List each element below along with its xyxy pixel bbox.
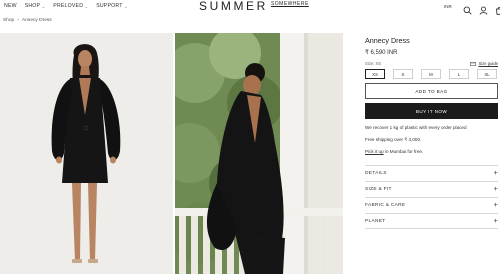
breadcrumb: Shop › Annecy Dress bbox=[3, 18, 52, 23]
accordion-label: SIZE & FIT bbox=[365, 187, 392, 192]
product-image-front[interactable] bbox=[0, 33, 173, 274]
main-nav: NEW SHOP ⌄ PRELOVED ⌄ SUPPORT ⌄ bbox=[4, 3, 128, 9]
size-row: Size: XS Size guide bbox=[365, 61, 498, 68]
chevron-down-icon: ⌄ bbox=[124, 3, 128, 9]
selected-size-label: Size: XS bbox=[365, 61, 382, 66]
currency-selector[interactable]: INR bbox=[444, 4, 452, 9]
buy-now-button[interactable]: BUY IT NOW bbox=[365, 103, 498, 119]
product-panel: Annecy Dress ₹ 6,590 INR Size: XS Size g… bbox=[365, 36, 498, 229]
user-icon[interactable] bbox=[479, 2, 488, 15]
size-option-m[interactable]: M bbox=[421, 69, 441, 79]
cart-icon[interactable]: 0 bbox=[495, 2, 500, 15]
chevron-down-icon: ⌄ bbox=[84, 3, 89, 9]
accordion-planet[interactable]: PLANET + bbox=[365, 213, 498, 229]
search-icon[interactable] bbox=[463, 2, 472, 15]
accordion-fabric-care[interactable]: FABRIC & CARE + bbox=[365, 197, 498, 213]
size-option-s[interactable]: S bbox=[393, 69, 413, 79]
ruler-icon bbox=[470, 61, 477, 66]
accordion-details[interactable]: DETAILS + bbox=[365, 165, 498, 181]
brand-name: SUMMER bbox=[199, 0, 268, 13]
product-price: ₹ 6,590 INR bbox=[365, 50, 398, 56]
breadcrumb-separator: › bbox=[17, 18, 19, 23]
breadcrumb-shop[interactable]: Shop bbox=[3, 18, 14, 23]
add-to-bag-button[interactable]: ADD TO BAG bbox=[365, 83, 498, 99]
shipping-note: Free shipping over ₹ 4,000. bbox=[365, 137, 422, 142]
accordion-label: DETAILS bbox=[365, 171, 387, 176]
plus-icon: + bbox=[493, 186, 498, 193]
brand-logo[interactable]: SUMMER SOMEWHERE bbox=[199, 0, 309, 12]
plus-icon: + bbox=[493, 217, 498, 225]
nav-new[interactable]: NEW bbox=[4, 3, 17, 9]
size-guide-link[interactable]: Size guide bbox=[470, 61, 498, 66]
pickup-note: Pick it up in Mumbai for free. bbox=[365, 149, 498, 155]
product-image-lifestyle[interactable] bbox=[175, 33, 343, 274]
pickup-link[interactable]: Pick it up bbox=[365, 149, 384, 154]
pickup-text: in Mumbai for free. bbox=[383, 149, 424, 154]
header-icons: INR 0 bbox=[444, 2, 500, 15]
nav-label: NEW bbox=[4, 3, 17, 9]
nav-label: PRELOVED bbox=[53, 3, 84, 9]
size-option-xs[interactable]: XS bbox=[365, 69, 385, 79]
size-option-xl[interactable]: XL bbox=[477, 69, 497, 79]
site-header: NEW SHOP ⌄ PRELOVED ⌄ SUPPORT ⌄ SUMMER SOME… bbox=[0, 0, 500, 15]
accordion-label: FABRIC & CARE bbox=[365, 203, 406, 208]
accordion-size-fit[interactable]: SIZE & FIT + bbox=[365, 181, 498, 197]
nav-shop[interactable]: SHOP ⌄ bbox=[25, 3, 46, 9]
nav-preloved[interactable]: PRELOVED ⌄ bbox=[53, 3, 88, 9]
plastic-note: We recover 1 kg of plastic with every or… bbox=[365, 125, 467, 130]
nav-label: SHOP bbox=[24, 3, 41, 9]
chevron-down-icon: ⌄ bbox=[41, 3, 46, 9]
product-accordion: DETAILS + SIZE & FIT + FABRIC & CARE + PLAN… bbox=[365, 165, 498, 229]
plus-icon: + bbox=[493, 202, 498, 209]
nav-label: SUPPORT bbox=[96, 3, 123, 9]
brand-subname: SOMEWHERE bbox=[270, 1, 309, 7]
product-title: Annecy Dress bbox=[365, 36, 410, 45]
plus-icon: + bbox=[493, 170, 498, 177]
size-option-l[interactable]: L bbox=[449, 69, 469, 79]
breadcrumb-current: Annecy Dress bbox=[21, 18, 52, 23]
nav-support[interactable]: SUPPORT ⌄ bbox=[96, 3, 127, 9]
size-options: XS S M L XL bbox=[365, 69, 498, 79]
accordion-label: PLANET bbox=[365, 218, 386, 224]
size-guide-label: Size guide bbox=[478, 61, 498, 66]
